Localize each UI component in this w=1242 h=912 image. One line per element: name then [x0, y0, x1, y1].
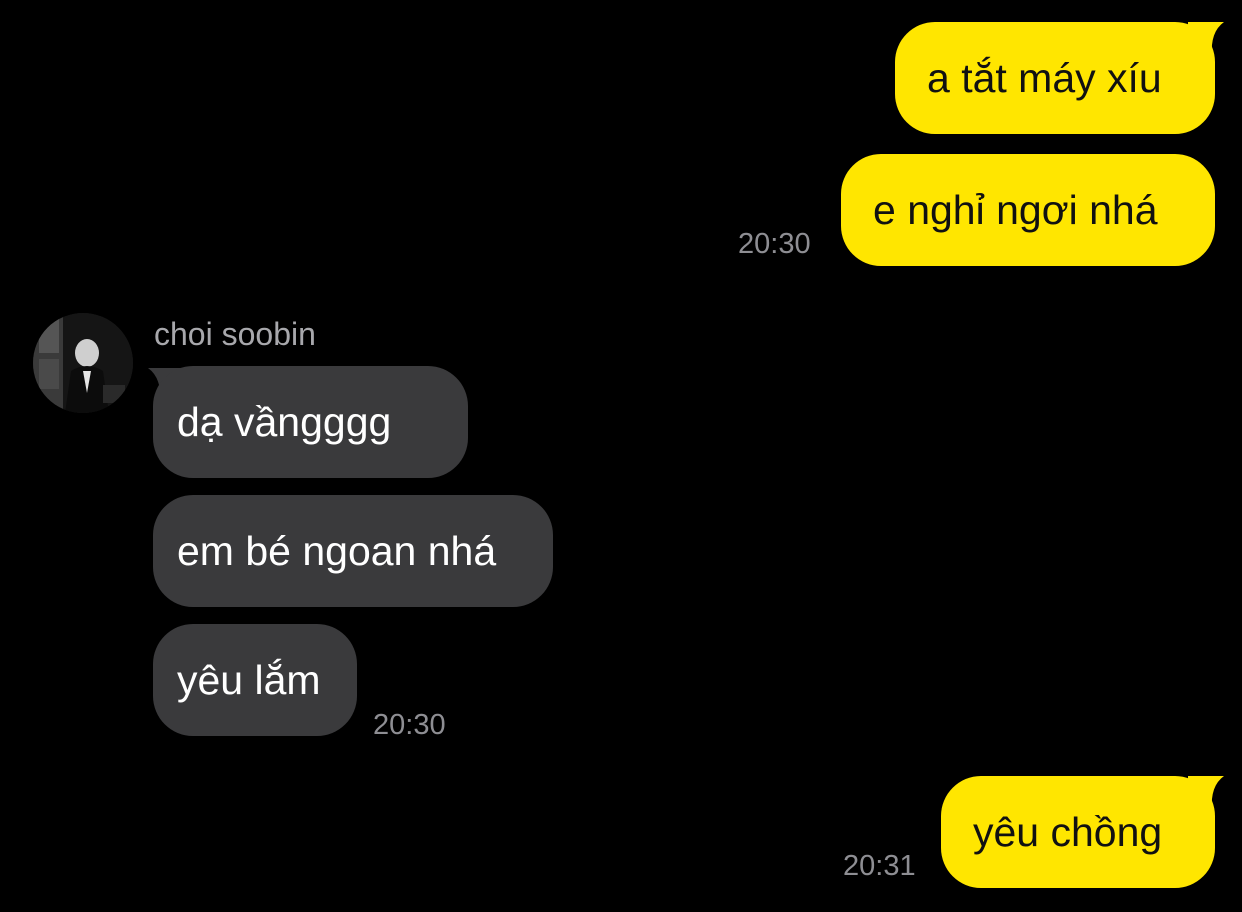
incoming-message-bubble[interactable]: dạ vầngggg [153, 366, 468, 478]
message-timestamp: 20:31 [843, 850, 916, 882]
message-timestamp: 20:30 [373, 709, 446, 741]
avatar-photo-icon [33, 313, 133, 413]
incoming-message-bubble[interactable]: em bé ngoan nhá [153, 495, 553, 607]
sender-avatar[interactable] [33, 313, 133, 413]
outgoing-message-bubble[interactable]: e nghỉ ngơi nhá [841, 154, 1215, 266]
incoming-message-bubble[interactable]: yêu lắm [153, 624, 357, 736]
message-timestamp: 20:30 [738, 228, 811, 260]
sender-name: choi soobin [154, 316, 316, 352]
message-text: dạ vầngggg [177, 398, 392, 445]
message-text: a tắt máy xíu [927, 54, 1162, 101]
message-text: yêu lắm [177, 656, 321, 703]
message-text: e nghỉ ngơi nhá [873, 186, 1158, 233]
message-text: em bé ngoan nhá [177, 527, 497, 574]
message-text: yêu chồng [973, 808, 1163, 855]
outgoing-message-bubble[interactable]: yêu chồng [941, 776, 1215, 888]
outgoing-message-bubble[interactable]: a tắt máy xíu [895, 22, 1215, 134]
